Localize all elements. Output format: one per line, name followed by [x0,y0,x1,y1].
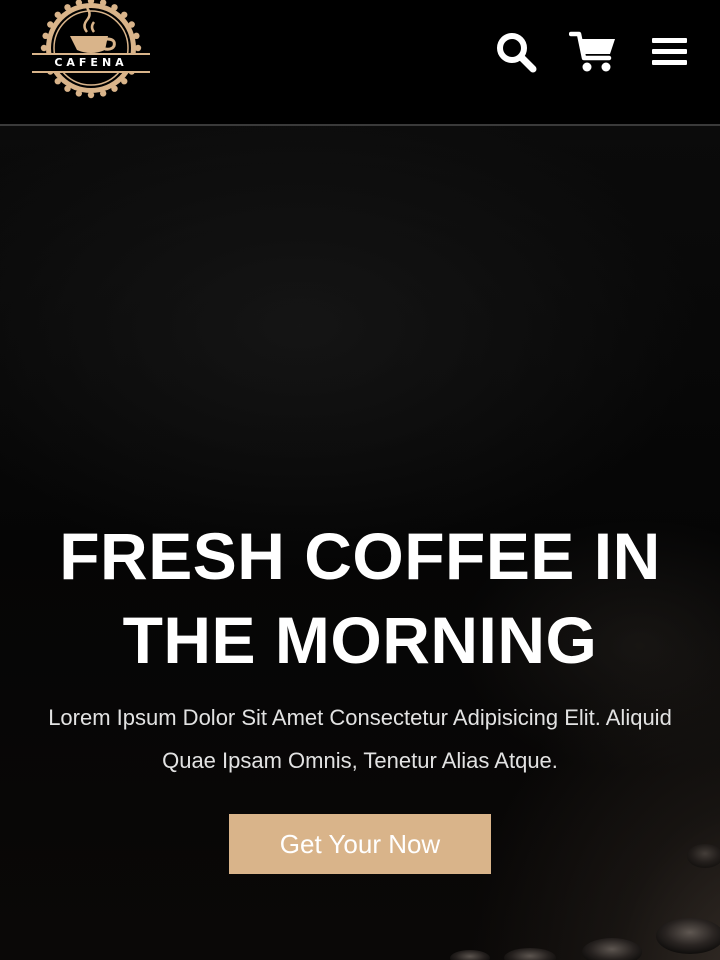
logo-gear-tooth [64,85,71,92]
cart-button[interactable] [569,28,617,76]
cafena-logo[interactable]: CAFENA [30,0,152,100]
logo-gear-tooth [99,90,107,97]
search-icon [497,33,537,73]
logo-gear-tooth [54,78,61,85]
hero-subtitle: Lorem Ipsum Dolor Sit Amet Consectetur A… [48,705,672,773]
get-your-now-button[interactable]: Get Your Now [229,814,491,874]
logo-gear-tooth [42,32,49,40]
logo-gear-tooth [47,21,54,28]
logo-gear-tooth [54,11,61,18]
page: CAFENA FRESH COFFEE IN THE MORNING Lorem… [0,0,720,960]
logo-badge-icon [32,0,150,99]
logo-gear-tooth [133,32,140,40]
logo-gear-tooth [121,11,128,18]
search-button[interactable] [492,28,540,76]
menu-button[interactable] [646,28,694,76]
hero-title: FRESH COFFEE IN THE MORNING [59,519,661,677]
logo-gear-tooth [111,85,118,92]
logo-gear-tooth [128,21,135,28]
hamburger-menu-icon [652,38,687,65]
logo-gear-tooth [40,44,48,52]
logo-gear-tooth [134,44,142,52]
logo-gear-tooth [87,91,95,99]
cart-icon [569,31,615,72]
logo-wordmark: CAFENA [54,56,128,69]
hero-section: FRESH COFFEE IN THE MORNING Lorem Ipsum … [0,126,720,960]
site-header: CAFENA [0,0,720,126]
logo-gear-tooth [121,78,128,85]
logo-gear-tooth [75,90,83,97]
logo-gear-tooth [111,4,118,11]
logo-gear-tooth [64,4,71,11]
